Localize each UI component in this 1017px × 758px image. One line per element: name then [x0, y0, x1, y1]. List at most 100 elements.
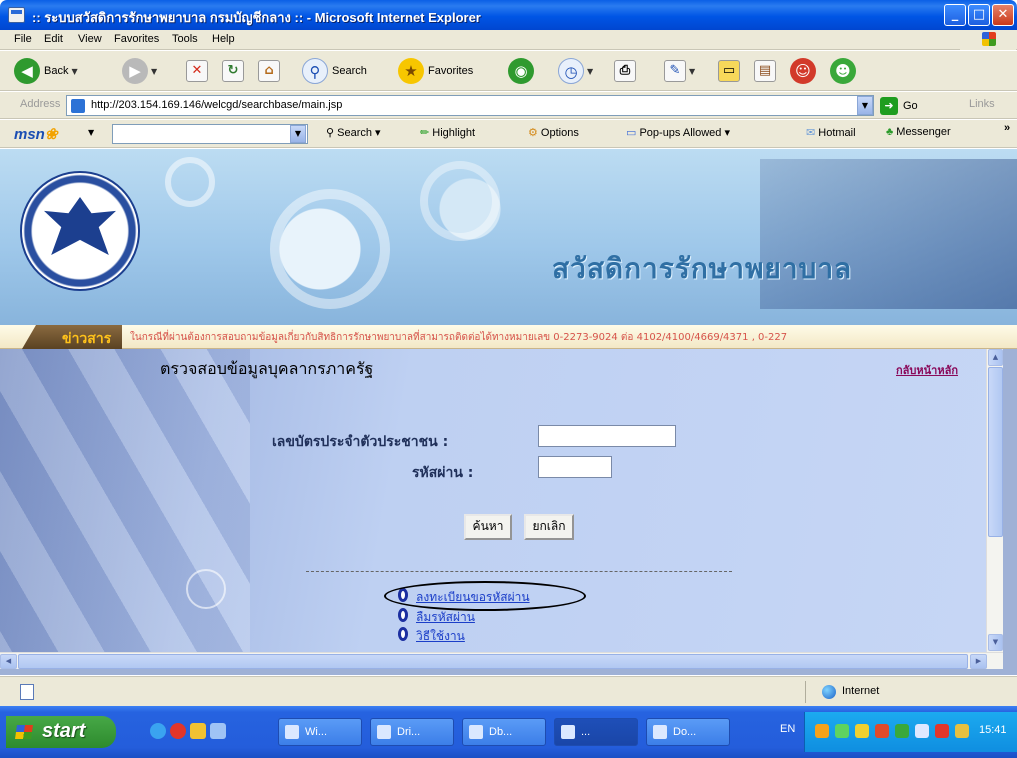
volume-icon[interactable]	[915, 724, 929, 738]
ie-window-icon[interactable]	[8, 7, 25, 23]
more-chevron-icon[interactable]: »	[1004, 122, 1010, 134]
annotation-ellipse	[384, 581, 586, 611]
hotmail-label: Hotmail	[818, 127, 856, 139]
menu-file[interactable]: File	[14, 33, 32, 45]
edit-document-icon: ✎	[664, 60, 686, 82]
vertical-scroll-thumb[interactable]	[988, 367, 1003, 537]
back-dropdown-icon[interactable]: ▼	[71, 67, 77, 76]
desktop-quicklaunch-icon[interactable]	[210, 723, 226, 739]
popups-allowed-button[interactable]: ▭ Pop-ups Allowed ▾	[626, 126, 730, 139]
messenger-people-button[interactable]: ☺	[790, 55, 816, 87]
menu-favorites[interactable]: Favorites	[114, 33, 159, 45]
horizontal-scroll-thumb[interactable]	[18, 654, 968, 669]
msn-search-input[interactable]	[112, 124, 308, 144]
favorites-button[interactable]: ★ Favorites	[398, 55, 473, 87]
qq-button[interactable]: ☻	[830, 55, 856, 87]
go-label: Go	[903, 100, 918, 112]
search-button[interactable]: ⚲ Search	[302, 55, 367, 87]
buddy-icon: ☻	[830, 58, 856, 84]
tray-icon[interactable]	[815, 724, 829, 738]
password-input[interactable]	[538, 456, 612, 478]
search-submit-button[interactable]: ค้นหา	[464, 514, 512, 540]
address-dropdown-icon[interactable]: ▼	[857, 96, 873, 115]
taskbar-item-db[interactable]: Db...	[462, 718, 546, 746]
hotmail-button[interactable]: ✉ Hotmail	[806, 126, 856, 139]
menu-view[interactable]: View	[78, 33, 102, 45]
horizontal-scrollbar[interactable]: ◀ ▶	[0, 652, 1003, 669]
back-button[interactable]: ◀ Back ▼	[14, 55, 78, 87]
windows-flag-icon	[15, 725, 33, 739]
msn-logo-text: msn	[14, 126, 45, 143]
folder-quicklaunch-icon[interactable]	[190, 723, 206, 739]
links-button[interactable]: Links	[969, 98, 995, 110]
history-dropdown-icon[interactable]: ▼	[587, 67, 593, 76]
menu-tools[interactable]: Tools	[172, 33, 198, 45]
go-arrow-icon: ➜	[880, 97, 898, 115]
bullet-icon	[398, 608, 408, 622]
ie-quicklaunch-icon[interactable]	[150, 723, 166, 739]
discuss-button[interactable]: ▭	[718, 55, 740, 87]
scroll-right-icon[interactable]: ▶	[970, 654, 987, 669]
tray-icon[interactable]	[835, 724, 849, 738]
taskbar: start Wi... Dri... Db... ... Do... EN 15…	[0, 706, 1017, 758]
msn-logo[interactable]: msn❀	[14, 125, 57, 143]
taskbar-item-ie-active[interactable]: ...	[554, 718, 638, 746]
edit-button[interactable]: ✎ ▼	[664, 55, 695, 87]
search-label: Search	[332, 65, 367, 77]
window-title: :: ระบบสวัสดิการรักษาพยาบาล กรมบัญชีกลาง…	[32, 10, 481, 25]
menu-help[interactable]: Help	[212, 33, 235, 45]
page-icon	[71, 99, 85, 113]
tray-icon[interactable]	[855, 724, 869, 738]
close-button[interactable]: ✕	[992, 4, 1014, 26]
security-zone: Internet	[842, 685, 880, 697]
task-label: Do...	[673, 726, 697, 738]
address-label: Address	[20, 98, 61, 110]
scroll-up-icon[interactable]: ▲	[988, 349, 1003, 366]
options-button[interactable]: ⚙ Options	[528, 126, 579, 139]
scroll-left-icon[interactable]: ◀	[0, 654, 17, 669]
taskbar-item-document[interactable]: Do...	[646, 718, 730, 746]
history-button[interactable]: ◷ ▼	[558, 55, 593, 87]
popup-window-icon: ▭	[626, 127, 640, 139]
clock[interactable]: 15:41	[979, 724, 1007, 736]
media-button[interactable]: ◉	[508, 55, 534, 87]
msn-search-dropdown-icon[interactable]: ▼	[290, 125, 306, 143]
start-button[interactable]: start	[6, 716, 116, 748]
minimize-button[interactable]: _	[944, 4, 966, 26]
forward-dropdown-icon[interactable]: ▼	[151, 67, 157, 76]
taskbar-item-word[interactable]: Wi...	[278, 718, 362, 746]
citizen-id-input[interactable]	[538, 425, 676, 447]
menu-bar: File Edit View Favorites Tools Help	[0, 30, 1017, 50]
how-to-use-text[interactable]: วิธีใช้งาน	[416, 627, 465, 646]
research-button[interactable]: ▤	[754, 55, 776, 87]
title-bar[interactable]: :: ระบบสวัสดิการรักษาพยาบาล กรมบัญชีกลาง…	[0, 0, 1017, 30]
forgot-password-text[interactable]: ลืมรหัสผ่าน	[416, 608, 475, 627]
menu-edit[interactable]: Edit	[44, 33, 63, 45]
msn-butterfly-icon: ❀	[44, 126, 58, 143]
address-input[interactable]: http://203.154.169.146/welcgd/searchbase…	[66, 95, 874, 116]
home-button[interactable]: ⌂	[258, 55, 280, 87]
address-url[interactable]: http://203.154.169.146/welcgd/searchbase…	[91, 99, 342, 111]
msn-dropdown-icon[interactable]: ▼	[88, 128, 94, 137]
tray-icon[interactable]	[935, 724, 949, 738]
scroll-down-icon[interactable]: ▼	[988, 634, 1003, 651]
refresh-button[interactable]: ↻	[222, 55, 244, 87]
tray-icon[interactable]	[895, 724, 909, 738]
edit-dropdown-icon[interactable]: ▼	[689, 67, 695, 76]
taskbar-item-drive[interactable]: Dri...	[370, 718, 454, 746]
back-to-home-link[interactable]: กลับหน้าหลัก	[896, 361, 958, 379]
tray-icon[interactable]	[875, 724, 889, 738]
language-indicator[interactable]: EN	[780, 723, 795, 735]
vertical-scrollbar[interactable]: ▲ ▼	[986, 349, 1003, 652]
highlight-button[interactable]: ✏ Highlight	[420, 126, 475, 139]
messenger-button[interactable]: ♣ Messenger	[886, 126, 951, 138]
print-button[interactable]: ⎙	[614, 55, 636, 87]
msn-search-button[interactable]: ⚲ Search ▾	[326, 126, 381, 139]
network-icon[interactable]	[955, 724, 969, 738]
maximize-button[interactable]: □	[968, 4, 990, 26]
forward-button[interactable]: ▶ ▼	[122, 55, 157, 87]
cancel-button[interactable]: ยกเลิก	[524, 514, 574, 540]
media-quicklaunch-icon[interactable]	[170, 723, 186, 739]
stop-button[interactable]: ✕	[186, 55, 208, 87]
go-button[interactable]: ➜ Go	[880, 96, 918, 116]
